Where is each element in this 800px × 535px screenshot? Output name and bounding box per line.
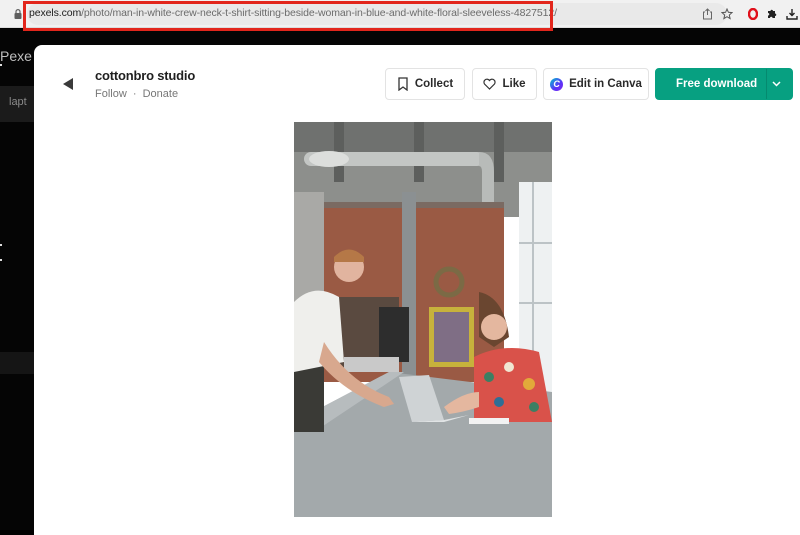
collect-label: Collect xyxy=(414,78,454,90)
opera-icon[interactable] xyxy=(745,6,761,22)
follow-link[interactable]: Follow xyxy=(95,88,127,100)
heart-icon xyxy=(483,78,497,90)
previous-photo-button[interactable] xyxy=(58,73,80,95)
free-download-button[interactable]: Free download xyxy=(655,68,793,100)
background-dot xyxy=(0,244,2,246)
like-button[interactable]: Like xyxy=(472,68,537,100)
separator-dot: · xyxy=(132,88,137,100)
url-path: /photo/man-in-white-crew-neck-t-shirt-si… xyxy=(81,7,557,19)
photo-illustration xyxy=(294,122,552,517)
url-text[interactable]: pexels.com/photo/man-in-white-crew-neck-… xyxy=(29,7,557,19)
author-name[interactable]: cottonbro studio xyxy=(95,68,195,83)
url-domain: pexels.com xyxy=(29,7,82,19)
like-label: Like xyxy=(502,78,526,90)
background-tab-text: lapt xyxy=(9,96,27,108)
collect-button[interactable]: Collect xyxy=(385,68,465,100)
download-icon[interactable] xyxy=(784,6,800,22)
download-options-button[interactable] xyxy=(766,69,786,99)
extensions-icon[interactable] xyxy=(764,6,780,22)
arrow-left-icon xyxy=(63,78,73,90)
background-logo-text: Pexe xyxy=(0,48,32,64)
donate-link[interactable]: Donate xyxy=(143,88,178,100)
background-dot xyxy=(0,64,2,66)
lock-icon xyxy=(14,9,22,19)
background-strip xyxy=(0,352,34,374)
canva-label: Edit in Canva xyxy=(569,78,642,90)
chevron-down-icon xyxy=(771,81,781,87)
edit-in-canva-button[interactable]: C Edit in Canva xyxy=(543,68,649,100)
share-icon[interactable] xyxy=(699,6,715,22)
bookmark-icon xyxy=(398,77,408,91)
main-photo[interactable] xyxy=(294,122,552,517)
background-dot xyxy=(0,259,2,261)
browser-toolbar: pexels.com/photo/man-in-white-crew-neck-… xyxy=(0,0,800,28)
author-links: Follow · Donate xyxy=(95,88,181,100)
bookmark-star-icon[interactable] xyxy=(719,6,735,22)
download-label: Free download xyxy=(676,78,758,90)
canva-logo-icon: C xyxy=(550,77,564,91)
